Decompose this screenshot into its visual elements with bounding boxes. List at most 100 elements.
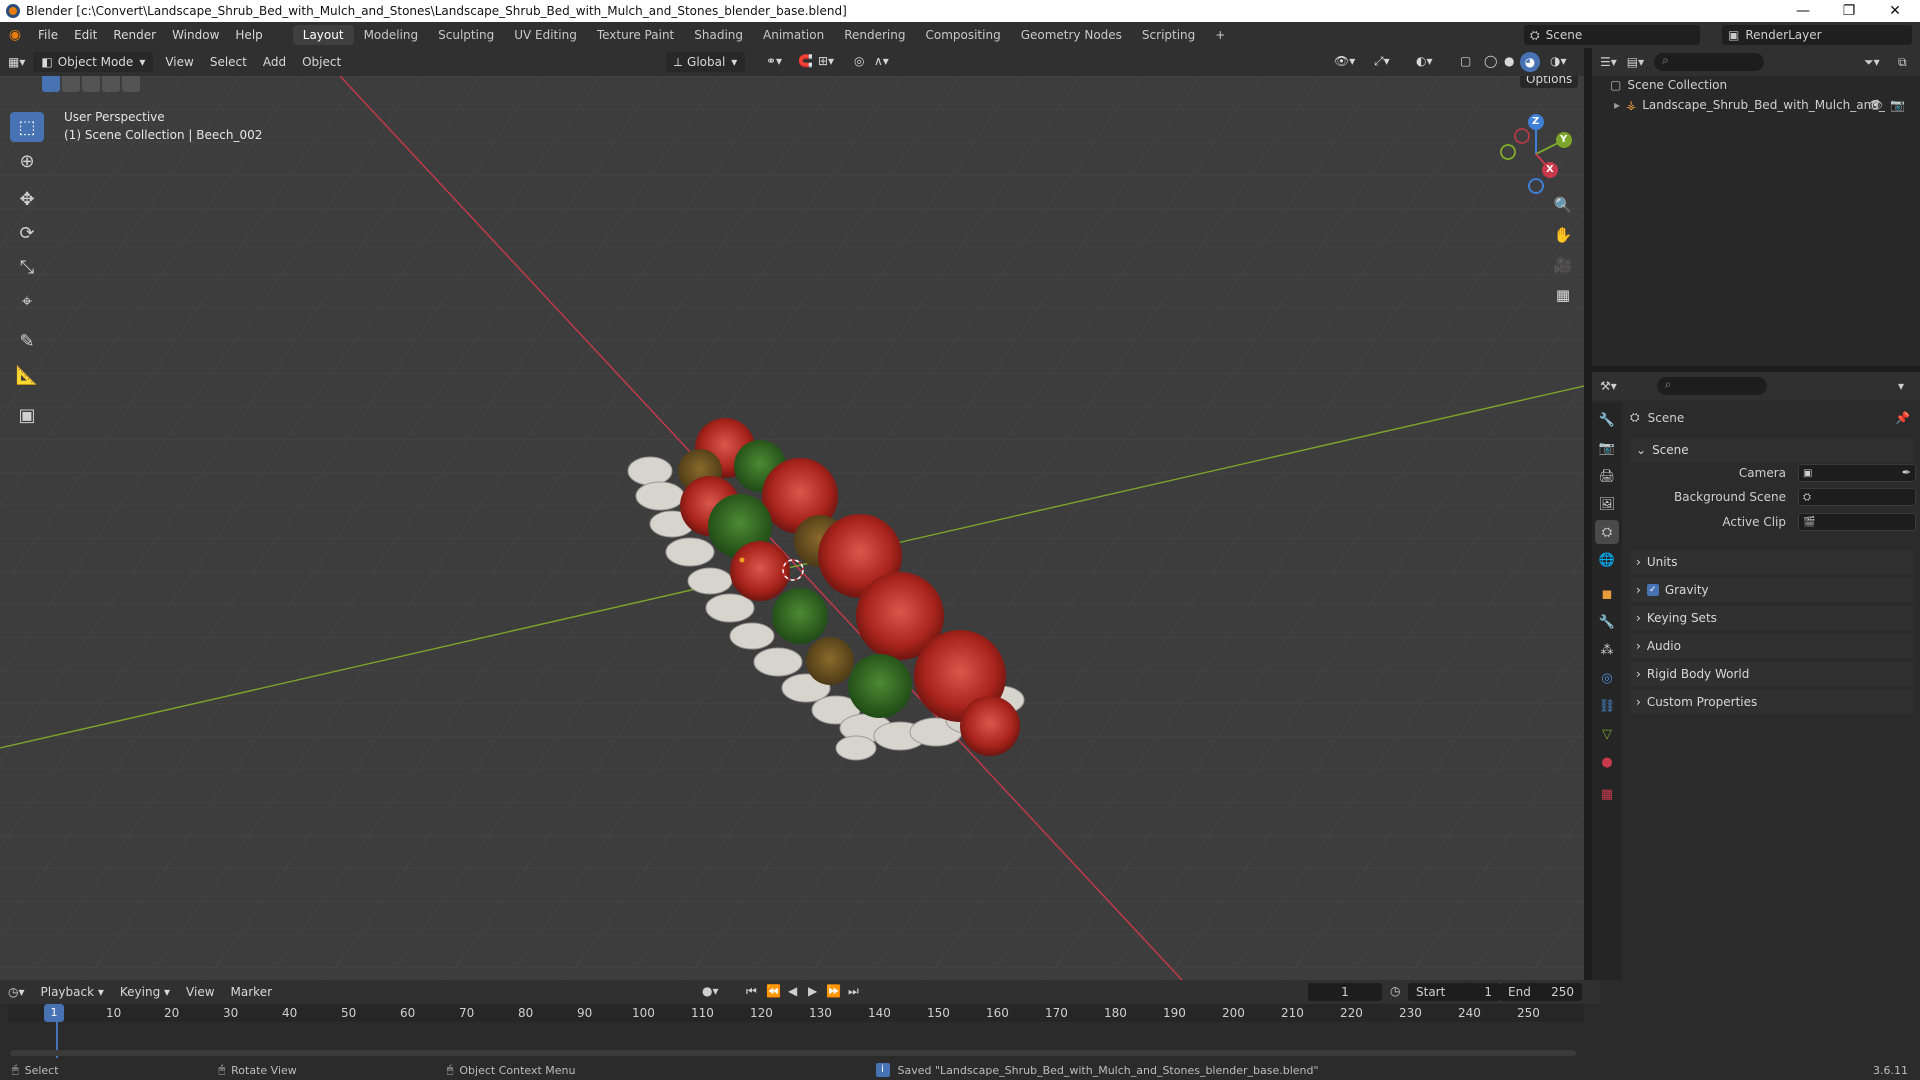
new-collection-icon[interactable]: ⧉ bbox=[1898, 55, 1907, 70]
outliner-row-object[interactable]: ▸ ⚶ Landscape_Shrub_Bed_with_Mulch_and_ … bbox=[1614, 98, 1914, 112]
menu-marker[interactable]: Marker bbox=[223, 985, 280, 999]
timeline-editor-icon[interactable]: ◷▾ bbox=[0, 985, 33, 999]
properties-editor-icon[interactable]: ⚒▾ bbox=[1600, 379, 1617, 393]
select-new-icon[interactable] bbox=[42, 76, 60, 92]
transform-tool[interactable]: ⌖ bbox=[10, 286, 44, 316]
editor-type-icon[interactable]: ▦▾ bbox=[0, 55, 33, 69]
tab-rendering[interactable]: Rendering bbox=[834, 25, 915, 45]
menu-object[interactable]: Object bbox=[294, 55, 349, 69]
output-tab-icon[interactable]: 🖨 bbox=[1595, 464, 1619, 488]
modifier-tab-icon[interactable]: 🔧 bbox=[1595, 610, 1619, 634]
tab-texture-paint[interactable]: Texture Paint bbox=[587, 25, 684, 45]
menu-keying[interactable]: Keying ▾ bbox=[112, 985, 178, 999]
rotate-tool[interactable]: ⟳ bbox=[10, 218, 44, 248]
pin-icon[interactable]: 📌 bbox=[1895, 411, 1910, 425]
render-tab-icon[interactable]: 📷 bbox=[1595, 436, 1619, 460]
properties-search-input[interactable]: ⌕ bbox=[1656, 377, 1767, 395]
tab-uv-editing[interactable]: UV Editing bbox=[504, 25, 587, 45]
expand-arrow-icon[interactable]: ▸ bbox=[1614, 98, 1620, 112]
transform-orientation-dropdown[interactable]: ⟂ Global ▾ bbox=[666, 52, 746, 72]
menu-select[interactable]: Select bbox=[202, 55, 255, 69]
render-layer-selector[interactable]: ▣ RenderLayer bbox=[1722, 25, 1912, 45]
play-reverse-icon[interactable]: ◀ bbox=[788, 984, 797, 998]
tab-modeling[interactable]: Modeling bbox=[354, 25, 429, 45]
menu-edit[interactable]: Edit bbox=[66, 28, 105, 42]
tab-sculpting[interactable]: Sculpting bbox=[428, 25, 504, 45]
keying-sets-panel[interactable]: › Keying Sets bbox=[1630, 606, 1914, 630]
preview-range-icon[interactable]: ◷ bbox=[1390, 984, 1400, 998]
audio-panel[interactable]: › Audio bbox=[1630, 634, 1914, 658]
material-shading-icon[interactable]: ◕ bbox=[1520, 52, 1540, 72]
gravity-panel[interactable]: › ✓ Gravity bbox=[1630, 578, 1914, 602]
tab-geometry-nodes[interactable]: Geometry Nodes bbox=[1011, 25, 1132, 45]
menu-render[interactable]: Render bbox=[105, 28, 164, 42]
current-frame-field[interactable]: 1 bbox=[1308, 983, 1382, 1001]
units-panel[interactable]: › Units bbox=[1630, 550, 1914, 574]
tab-animation[interactable]: Animation bbox=[753, 25, 834, 45]
play-icon[interactable]: ▶ bbox=[808, 984, 817, 998]
jump-end-icon[interactable]: ⏭ bbox=[848, 984, 859, 999]
overlay-toggle-icon[interactable]: ◐▾ bbox=[1408, 54, 1441, 68]
outliner-search-input[interactable]: ⌕ bbox=[1654, 53, 1765, 71]
menu-window[interactable]: Window bbox=[164, 28, 227, 42]
select-extend-icon[interactable] bbox=[62, 76, 80, 92]
cursor-tool[interactable]: ⊕ bbox=[10, 146, 44, 176]
custom-properties-panel[interactable]: › Custom Properties bbox=[1630, 690, 1914, 714]
physics-tab-icon[interactable]: ◎ bbox=[1595, 666, 1619, 690]
filter-icon[interactable]: ⏷▾ bbox=[1864, 55, 1880, 70]
scene-panel-header[interactable]: ⌄ Scene bbox=[1630, 438, 1914, 462]
object-tab-icon[interactable]: ◼ bbox=[1595, 582, 1619, 606]
add-workspace-button[interactable]: + bbox=[1205, 25, 1235, 45]
solid-shading-icon[interactable]: ● bbox=[1496, 54, 1522, 68]
data-tab-icon[interactable]: ▽ bbox=[1595, 722, 1619, 746]
camera-field[interactable]: ▣ ✒ bbox=[1798, 464, 1916, 482]
jump-start-icon[interactable]: ⏮ bbox=[746, 984, 757, 999]
blender-menu-icon[interactable]: ◉ bbox=[0, 27, 30, 43]
view-layer-tab-icon[interactable]: 🖼 bbox=[1595, 492, 1619, 516]
maximize-button[interactable]: ❐ bbox=[1826, 0, 1872, 22]
scene-selector[interactable]: ⛭ Scene bbox=[1524, 25, 1700, 45]
measure-tool[interactable]: 📐 bbox=[10, 360, 44, 390]
visibility-icon[interactable]: 👁▾ bbox=[1326, 54, 1363, 68]
minimize-button[interactable]: — bbox=[1780, 0, 1826, 22]
select-subtract-icon[interactable] bbox=[82, 76, 100, 92]
particles-tab-icon[interactable]: ⁂ bbox=[1595, 638, 1619, 662]
rendered-shading-icon[interactable]: ◑▾ bbox=[1542, 54, 1575, 68]
playhead[interactable]: 1 bbox=[44, 1004, 64, 1022]
options-dropdown[interactable]: Options bbox=[1520, 76, 1579, 88]
zoom-icon[interactable]: 🔍 bbox=[1550, 192, 1576, 218]
add-cube-tool[interactable]: ▣ bbox=[10, 400, 44, 430]
tab-layout[interactable]: Layout bbox=[292, 25, 354, 45]
chevron-down-icon[interactable]: ▾ bbox=[1898, 379, 1904, 393]
menu-help[interactable]: Help bbox=[227, 28, 270, 42]
pan-hand-icon[interactable]: ✋ bbox=[1550, 222, 1576, 248]
tab-compositing[interactable]: Compositing bbox=[915, 25, 1010, 45]
menu-add[interactable]: Add bbox=[255, 55, 294, 69]
world-tab-icon[interactable]: 🌐 bbox=[1595, 548, 1619, 572]
menu-view[interactable]: View bbox=[157, 55, 201, 69]
object-mode-dropdown[interactable]: ◧ Object Mode ▾ bbox=[33, 52, 154, 72]
annotate-tool[interactable]: ✎ bbox=[10, 326, 44, 356]
end-frame-field[interactable]: End 250 bbox=[1500, 983, 1582, 1001]
material-tab-icon[interactable]: ● bbox=[1595, 750, 1619, 774]
move-tool[interactable]: ✥ bbox=[10, 184, 44, 214]
gizmo-toggle-icon[interactable]: ⤢▾ bbox=[1366, 54, 1398, 69]
active-clip-field[interactable]: 🎬 bbox=[1798, 513, 1916, 531]
pivot-point-icon[interactable]: ⚭▾ bbox=[758, 54, 790, 68]
falloff-icon[interactable]: ∧▾ bbox=[866, 54, 897, 68]
menu-playback[interactable]: Playback ▾ bbox=[33, 985, 112, 999]
tool-tab-icon[interactable]: 🔧 bbox=[1595, 408, 1619, 432]
constraints-tab-icon[interactable]: ⛓ bbox=[1595, 694, 1619, 718]
prev-keyframe-icon[interactable]: ⏪ bbox=[766, 984, 781, 998]
eyedropper-icon[interactable]: ✒ bbox=[1902, 466, 1911, 479]
timeline-ruler[interactable]: 1 10 20 30 40 50 60 70 80 90 100 110 120… bbox=[8, 1004, 1584, 1022]
outliner-row-scene-collection[interactable]: ▢ Scene Collection bbox=[1610, 78, 1727, 92]
select-box-tool[interactable]: ⬚ bbox=[10, 112, 44, 142]
scale-tool[interactable]: ⤡ bbox=[10, 252, 44, 282]
display-mode-icon[interactable]: ▤▾ bbox=[1627, 55, 1644, 69]
camera-view-icon[interactable]: 🎥 bbox=[1550, 252, 1576, 278]
texture-tab-icon[interactable]: ▦ bbox=[1595, 782, 1619, 806]
3d-viewport[interactable]: User Perspective (1) Scene Collection | … bbox=[0, 76, 1584, 980]
menu-timeline-view[interactable]: View bbox=[178, 985, 222, 999]
tab-shading[interactable]: Shading bbox=[684, 25, 753, 45]
